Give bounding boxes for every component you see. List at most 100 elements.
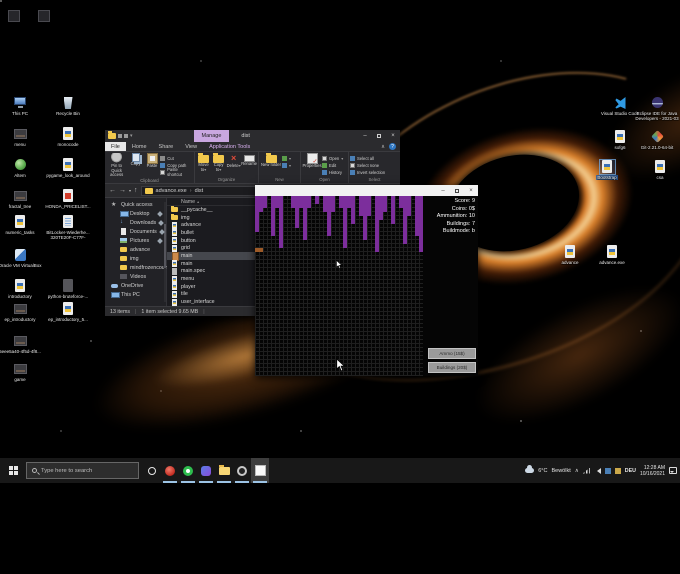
- rename-button[interactable]: Rename: [241, 153, 257, 167]
- recent-locations-icon[interactable]: ▾: [129, 188, 131, 193]
- game-shop-button[interactable]: Ammo (15$): [428, 348, 476, 359]
- tab-share[interactable]: Share: [153, 142, 180, 151]
- select-none-button[interactable]: Select none: [350, 162, 385, 168]
- paste-shortcut-button[interactable]: Paste shortcut: [160, 167, 193, 177]
- maximize-button[interactable]: [372, 130, 386, 142]
- pin-to-quick-access-button[interactable]: Pin to Quick access: [106, 153, 127, 178]
- properties-button[interactable]: Properties: [302, 153, 322, 169]
- game-grid[interactable]: [255, 196, 423, 376]
- minimize-button[interactable]: –: [358, 130, 372, 142]
- desktop-icon-menu[interactable]: menu: [0, 127, 43, 147]
- nav-item-pictures[interactable]: Pictures: [105, 236, 166, 245]
- desktop-icon-ep-introductory[interactable]: ep_introductory: [0, 302, 43, 322]
- qat-button-1[interactable]: [118, 134, 122, 138]
- minimize-button[interactable]: –: [436, 185, 450, 196]
- taskbar-app-cortana[interactable]: [143, 458, 161, 483]
- taskbar-app-whatsapp[interactable]: [179, 458, 197, 483]
- ribbon-collapse-icon[interactable]: ∧: [381, 144, 385, 150]
- desktop-icon-advance-exe[interactable]: advance.exe: [589, 245, 635, 265]
- desktop-icon-altem[interactable]: Altem: [0, 158, 43, 178]
- desktop-icon-honda-pricelist[interactable]: HONDA_PRICELIST...: [45, 189, 91, 209]
- delete-button[interactable]: × Delete▾: [226, 153, 241, 169]
- desktop-icon-python-bruteforce[interactable]: python-bruteforce-...: [45, 279, 91, 299]
- taskbar-app-file-explorer[interactable]: [215, 458, 233, 483]
- desktop-icon-5eee5a40-4f5d-4f8[interactable]: 5eee5a40-4f5d-4f8...: [0, 334, 43, 354]
- weather-cloud-icon[interactable]: [525, 465, 535, 473]
- nav-item-advance[interactable]: advance: [105, 245, 166, 254]
- cut-button[interactable]: Cut: [160, 155, 193, 161]
- desktop-icon-game[interactable]: game: [0, 362, 43, 382]
- desktop-icon-fractal-tree[interactable]: fractal_tree: [0, 189, 43, 209]
- nav-item-this-pc[interactable]: This PC: [105, 290, 166, 299]
- nav-item-quick-access[interactable]: Quick access: [105, 200, 166, 209]
- desktop-icon-pygame-look-around[interactable]: pygame_look_around: [45, 158, 91, 178]
- taskbar-app-blue-app[interactable]: [197, 458, 215, 483]
- nav-item-videos[interactable]: Videos: [105, 272, 166, 281]
- nav-item-mindfrozencount[interactable]: mindfrozencount: [105, 263, 169, 272]
- game-shop-button[interactable]: Buildings (20$): [428, 362, 476, 373]
- tab-view[interactable]: View: [179, 142, 203, 151]
- weather-condition[interactable]: Bewölkt: [551, 468, 570, 474]
- tab-file[interactable]: File: [105, 142, 126, 151]
- action-center-icon[interactable]: [669, 467, 677, 474]
- nav-item-onedrive[interactable]: OneDrive: [105, 281, 166, 290]
- desktop-icon-bootstrap[interactable]: Bootstrap: [584, 159, 630, 180]
- close-button[interactable]: ×: [386, 130, 400, 142]
- maximize-button[interactable]: [450, 185, 464, 196]
- speaker-icon[interactable]: [594, 467, 601, 474]
- back-icon[interactable]: ←: [109, 187, 116, 194]
- paste-button[interactable]: Paste: [144, 153, 160, 169]
- taskbar-clock[interactable]: 12:28 AM 10/16/2021: [640, 465, 665, 477]
- desktop-icon-unknown-app-2[interactable]: [38, 10, 50, 22]
- taskbar-app-game-window[interactable]: [251, 458, 269, 483]
- taskbar-app-dark-app[interactable]: [233, 458, 251, 483]
- up-icon[interactable]: ↑: [134, 187, 138, 194]
- taskbar-app-red-app[interactable]: [161, 458, 179, 483]
- tray-app-icon-1[interactable]: [604, 467, 611, 474]
- language-indicator[interactable]: DEU: [625, 468, 636, 474]
- desktop-icon-this-pc[interactable]: This PC: [0, 96, 43, 116]
- new-folder-button[interactable]: New folder: [260, 153, 282, 168]
- tray-app-icon-2[interactable]: [614, 467, 621, 474]
- select-all-button[interactable]: Select all: [350, 155, 385, 161]
- open-button[interactable]: Open ▾: [322, 155, 343, 161]
- search-input[interactable]: Type here to search: [26, 462, 139, 479]
- weather-temp[interactable]: 6°C: [538, 468, 547, 474]
- start-button[interactable]: [0, 458, 26, 483]
- nav-item-downloads[interactable]: Downloads: [105, 218, 166, 227]
- manage-contextual-tab[interactable]: Manage: [193, 130, 230, 142]
- qat-button-2[interactable]: [124, 134, 128, 138]
- desktop-icon-ep-introductory-5[interactable]: ep_introductory_5...: [45, 302, 91, 322]
- network-icon[interactable]: [582, 467, 590, 474]
- invert-selection-button[interactable]: Invert selection: [350, 169, 385, 175]
- nav-pane-scrollbar[interactable]: [164, 202, 166, 302]
- qat-dropdown-icon[interactable]: ▾: [130, 133, 133, 139]
- forward-icon[interactable]: →: [119, 187, 126, 194]
- nav-item-desktop[interactable]: Desktop: [105, 209, 166, 218]
- tab-application-tools[interactable]: Application Tools: [203, 142, 256, 151]
- desktop-icon-unknown-app-1[interactable]: [8, 10, 20, 22]
- easy-access-button[interactable]: ▾: [282, 162, 291, 168]
- desktop-icon-introductory[interactable]: introductory: [0, 279, 43, 299]
- desktop-icon-bitlocker-wiederhe-320te20f-c77f-4a7[interactable]: BitLocker-Wiederhe... 320TE20F-C77F-4A7.…: [45, 215, 91, 240]
- nav-item-img[interactable]: img: [105, 254, 166, 263]
- desktop-icon-advance[interactable]: advance: [547, 245, 593, 265]
- hidden-icons-chevron[interactable]: ∧: [575, 468, 579, 474]
- desktop-icon-oracle-vm-virtualbox[interactable]: Oracle VM VirtualBox: [0, 248, 43, 268]
- desktop-icon-eclipse-ide-for-java-developers-2021-03[interactable]: Eclipse IDE for Java Developers - 2021-0…: [634, 96, 680, 121]
- breadcrumb-item[interactable]: dist: [195, 188, 204, 194]
- history-button[interactable]: History: [322, 169, 343, 175]
- edit-button[interactable]: Edit: [322, 162, 343, 168]
- copy-button[interactable]: Copy: [127, 153, 143, 167]
- new-item-button[interactable]: ▾: [282, 155, 291, 161]
- desktop-icon-git-2-21-0-64-bit[interactable]: Git-2.21.0-64-bit: [634, 130, 680, 150]
- breadcrumb-item[interactable]: advance.exe: [156, 188, 187, 194]
- nav-item-documents[interactable]: Documents: [105, 227, 166, 236]
- tab-home[interactable]: Home: [126, 142, 153, 151]
- game-canvas[interactable]: Score: 9 Coins: 0$ Ammunition: 10 Buildings…: [255, 196, 478, 376]
- help-icon[interactable]: ?: [389, 143, 396, 150]
- copy-to-button[interactable]: Copy to▾: [211, 153, 226, 172]
- desktop-icon-numeric-tasks[interactable]: numeric_tasks: [0, 215, 43, 235]
- desktop-icon-monocode[interactable]: monocode: [45, 127, 91, 147]
- desktop-icon-csa[interactable]: csa: [637, 160, 680, 180]
